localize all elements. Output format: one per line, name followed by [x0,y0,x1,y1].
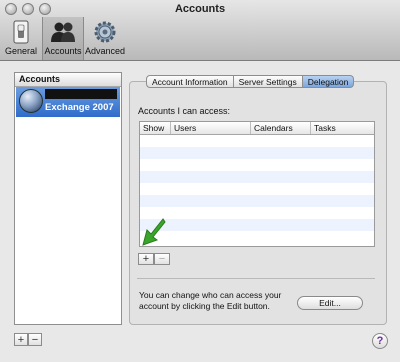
accounts-access-label: Accounts I can access: [138,106,231,116]
tab-server-settings[interactable]: Server Settings [233,75,303,88]
globe-icon [19,89,43,113]
edit-button[interactable]: Edit... [297,296,363,310]
table-row [140,195,374,207]
table-row [140,219,374,231]
account-item-exchange[interactable]: Exchange 2007 [16,87,120,117]
column-header-tasks[interactable]: Tasks [311,122,374,134]
accounts-window: Accounts General Accounts Advanced Accou… [0,0,400,362]
divider [137,278,375,279]
account-tabs: Account Information Server Settings Dele… [146,75,355,88]
switch-icon [13,20,29,44]
table-row [140,147,374,159]
table-row [140,183,374,195]
toolbar-advanced-button[interactable]: Advanced [84,17,126,60]
delegation-table[interactable]: Show Users Calendars Tasks [139,121,375,247]
add-account-button[interactable]: + [14,333,28,346]
green-arrow-annotation [142,218,166,246]
toolbar-general-label: General [4,46,38,56]
column-header-users[interactable]: Users [171,122,251,134]
remove-account-button[interactable]: − [28,333,42,346]
edit-access-note: You can change who can access your accou… [139,290,282,311]
tab-account-information[interactable]: Account Information [146,75,234,88]
delegation-table-buttons: + − [138,253,170,265]
help-button[interactable]: ? [372,333,388,349]
account-type-label: Exchange 2007 [45,102,114,113]
toolbar-general-button[interactable]: General [0,17,42,60]
column-header-show[interactable]: Show [140,122,171,134]
table-row [140,171,374,183]
accounts-list-header: Accounts [15,73,121,87]
window-title: Accounts [174,3,226,15]
account-name-redacted [45,89,117,99]
toolbar-accounts-button[interactable]: Accounts [42,17,84,60]
table-header: Show Users Calendars Tasks [140,122,374,135]
table-row [140,231,374,243]
table-row [140,207,374,219]
remove-delegate-button[interactable]: − [154,253,170,265]
column-header-calendars[interactable]: Calendars [251,122,311,134]
people-icon [51,22,75,42]
gear-icon [94,21,116,43]
toolbar-advanced-label: Advanced [84,46,126,56]
tab-delegation[interactable]: Delegation [302,75,355,88]
table-row [140,135,374,147]
preferences-toolbar: General Accounts Advanced [0,17,126,60]
table-row [140,159,374,171]
toolbar-accounts-label: Accounts [44,46,82,56]
account-list-buttons: + − [14,333,42,346]
accounts-list: Accounts Exchange 2007 [14,72,122,325]
add-delegate-button[interactable]: + [138,253,154,265]
window-toolbar: Accounts General Accounts Advanced [0,0,400,61]
